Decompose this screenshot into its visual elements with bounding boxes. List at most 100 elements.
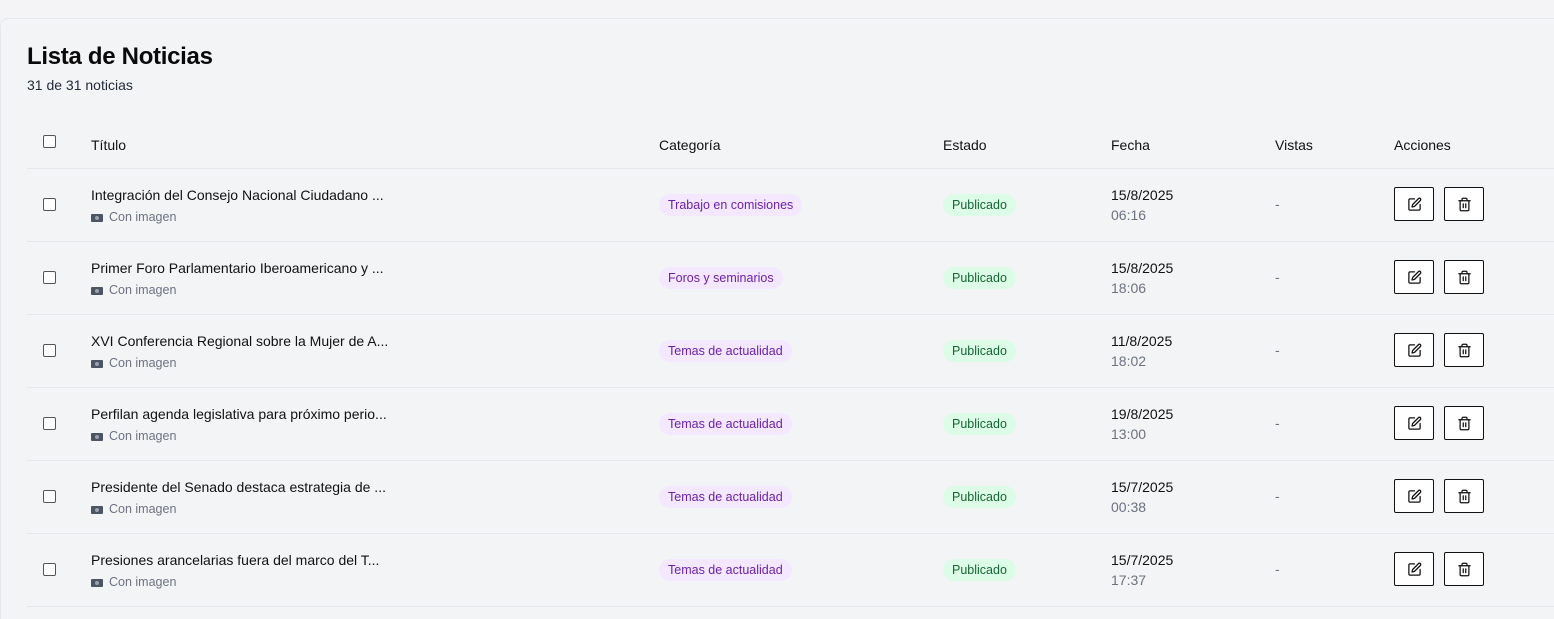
view-count: - bbox=[1275, 488, 1280, 504]
camera-icon bbox=[91, 214, 103, 222]
news-title[interactable]: Presidente del Senado destaca estrategia… bbox=[91, 479, 386, 495]
view-count: - bbox=[1275, 342, 1280, 358]
view-count: - bbox=[1275, 561, 1280, 577]
trash-icon bbox=[1457, 197, 1471, 211]
publish-date: 19/8/2025 bbox=[1111, 406, 1174, 422]
image-indicator-label: Con imagen bbox=[109, 210, 177, 224]
camera-icon bbox=[91, 579, 103, 587]
view-count: - bbox=[1275, 269, 1280, 285]
row-select-checkbox[interactable] bbox=[43, 563, 56, 576]
publish-date: 15/7/2025 bbox=[1111, 479, 1174, 495]
table-row: Integración del Consejo Nacional Ciudada… bbox=[27, 169, 1554, 242]
trash-icon bbox=[1457, 416, 1471, 430]
publish-time: 06:16 bbox=[1111, 207, 1147, 223]
edit-button[interactable] bbox=[1394, 406, 1434, 440]
column-header-category[interactable]: Categoría bbox=[659, 137, 720, 153]
publish-date: 11/8/2025 bbox=[1111, 333, 1173, 349]
camera-icon bbox=[91, 287, 103, 295]
publish-time: 13:00 bbox=[1111, 426, 1147, 442]
category-badge: Foros y seminarios bbox=[659, 267, 783, 289]
delete-button[interactable] bbox=[1444, 260, 1484, 294]
image-indicator-label: Con imagen bbox=[109, 356, 177, 370]
publish-time: 17:37 bbox=[1111, 572, 1147, 588]
delete-button[interactable] bbox=[1444, 479, 1484, 513]
trash-icon bbox=[1457, 270, 1471, 284]
column-header-status[interactable]: Estado bbox=[943, 137, 987, 153]
column-header-date[interactable]: Fecha bbox=[1111, 137, 1150, 153]
table-header: Título Categoría Estado Fecha Vistas Acc… bbox=[27, 123, 1554, 169]
row-select-checkbox[interactable] bbox=[43, 490, 56, 503]
edit-icon bbox=[1407, 489, 1421, 503]
category-badge: Temas de actualidad bbox=[659, 486, 792, 508]
table-body: Integración del Consejo Nacional Ciudada… bbox=[27, 169, 1554, 607]
status-badge: Publicado bbox=[943, 559, 1016, 581]
delete-button[interactable] bbox=[1444, 552, 1484, 586]
table-row: Primer Foro Parlamentario Iberoamericano… bbox=[27, 242, 1554, 315]
trash-icon bbox=[1457, 562, 1471, 576]
news-title[interactable]: Perfilan agenda legislativa para próximo… bbox=[91, 406, 387, 422]
column-header-actions: Acciones bbox=[1394, 137, 1451, 153]
publish-date: 15/7/2025 bbox=[1111, 552, 1174, 568]
edit-button[interactable] bbox=[1394, 479, 1434, 513]
edit-button[interactable] bbox=[1394, 187, 1434, 221]
category-badge: Trabajo en comisiones bbox=[659, 194, 803, 216]
table-row: Perfilan agenda legislativa para próximo… bbox=[27, 388, 1554, 461]
news-title[interactable]: Primer Foro Parlamentario Iberoamericano… bbox=[91, 260, 384, 276]
delete-button[interactable] bbox=[1444, 333, 1484, 367]
trash-icon bbox=[1457, 343, 1471, 357]
status-badge: Publicado bbox=[943, 194, 1016, 216]
news-title[interactable]: Integración del Consejo Nacional Ciudada… bbox=[91, 187, 384, 203]
camera-icon bbox=[91, 506, 103, 514]
column-header-title[interactable]: Título bbox=[91, 137, 126, 153]
publish-time: 00:38 bbox=[1111, 499, 1147, 515]
status-badge: Publicado bbox=[943, 413, 1016, 435]
news-count: 31 de 31 noticias bbox=[27, 77, 133, 93]
page-title: Lista de Noticias bbox=[27, 43, 213, 70]
news-list-panel: Lista de Noticias 31 de 31 noticias Títu… bbox=[0, 18, 1554, 619]
edit-icon bbox=[1407, 343, 1421, 357]
row-select-checkbox[interactable] bbox=[43, 198, 56, 211]
camera-icon bbox=[91, 360, 103, 368]
publish-time: 18:06 bbox=[1111, 280, 1147, 296]
edit-icon bbox=[1407, 197, 1421, 211]
image-indicator: Con imagen bbox=[91, 356, 176, 370]
view-count: - bbox=[1275, 415, 1280, 431]
column-header-views[interactable]: Vistas bbox=[1275, 137, 1313, 153]
delete-button[interactable] bbox=[1444, 187, 1484, 221]
table-row: XVI Conferencia Regional sobre la Mujer … bbox=[27, 315, 1554, 388]
category-badge: Temas de actualidad bbox=[659, 340, 792, 362]
row-select-checkbox[interactable] bbox=[43, 344, 56, 357]
row-select-checkbox[interactable] bbox=[43, 417, 56, 430]
row-select-checkbox[interactable] bbox=[43, 271, 56, 284]
edit-icon bbox=[1407, 562, 1421, 576]
trash-icon bbox=[1457, 489, 1471, 503]
publish-date: 15/8/2025 bbox=[1111, 260, 1174, 276]
publish-date: 15/8/2025 bbox=[1111, 187, 1174, 203]
image-indicator: Con imagen bbox=[91, 283, 176, 297]
image-indicator: Con imagen bbox=[91, 210, 176, 224]
image-indicator: Con imagen bbox=[91, 575, 176, 589]
status-badge: Publicado bbox=[943, 340, 1016, 362]
edit-button[interactable] bbox=[1394, 333, 1434, 367]
table-row: Presidente del Senado destaca estrategia… bbox=[27, 461, 1554, 534]
delete-button[interactable] bbox=[1444, 406, 1484, 440]
category-badge: Temas de actualidad bbox=[659, 413, 792, 435]
image-indicator-label: Con imagen bbox=[109, 502, 177, 516]
view-count: - bbox=[1275, 196, 1280, 212]
news-title[interactable]: XVI Conferencia Regional sobre la Mujer … bbox=[91, 333, 388, 349]
status-badge: Publicado bbox=[943, 267, 1016, 289]
image-indicator-label: Con imagen bbox=[109, 575, 177, 589]
category-badge: Temas de actualidad bbox=[659, 559, 792, 581]
image-indicator-label: Con imagen bbox=[109, 283, 177, 297]
news-title[interactable]: Presiones arancelarias fuera del marco d… bbox=[91, 552, 379, 568]
news-table: Título Categoría Estado Fecha Vistas Acc… bbox=[27, 123, 1554, 607]
camera-icon bbox=[91, 433, 103, 441]
edit-icon bbox=[1407, 416, 1421, 430]
table-row: Presiones arancelarias fuera del marco d… bbox=[27, 534, 1554, 607]
publish-time: 18:02 bbox=[1111, 353, 1147, 369]
image-indicator: Con imagen bbox=[91, 502, 176, 516]
edit-button[interactable] bbox=[1394, 260, 1434, 294]
edit-button[interactable] bbox=[1394, 552, 1434, 586]
select-all-checkbox[interactable] bbox=[43, 135, 56, 148]
status-badge: Publicado bbox=[943, 486, 1016, 508]
